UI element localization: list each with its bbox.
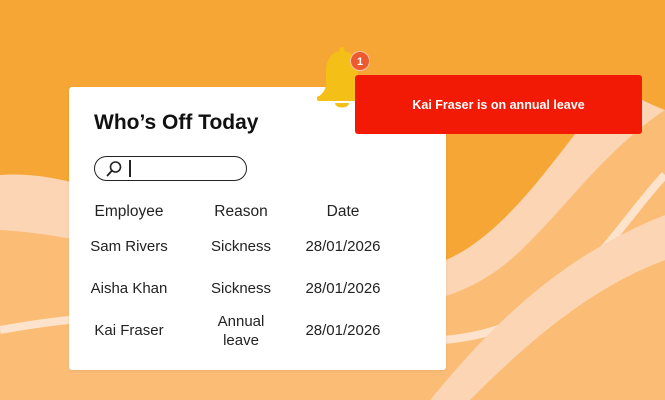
cell-date: 28/01/2026: [305, 238, 381, 255]
notification-badge: 1: [350, 51, 370, 71]
notification-toast[interactable]: Kai Fraser is on annual leave: [355, 75, 642, 134]
cell-reason: Sickness: [210, 280, 272, 297]
screen: Who’s Off Today Employee Reason Date Sam…: [0, 0, 665, 400]
cell-reason: Sickness: [210, 238, 272, 255]
cell-date: 28/01/2026: [305, 322, 381, 339]
search-input[interactable]: [94, 156, 247, 181]
column-header-employee: Employee: [94, 203, 164, 220]
notification-message: Kai Fraser is on annual leave: [412, 97, 585, 112]
column-header-date: Date: [326, 203, 360, 220]
search-icon: [106, 161, 122, 177]
cell-date: 28/01/2026: [305, 280, 381, 297]
search-caret: [129, 160, 131, 177]
cell-employee: Kai Fraser: [94, 322, 164, 339]
cell-employee: Sam Rivers: [90, 238, 168, 255]
cell-reason: Annual leave: [217, 313, 265, 349]
column-header-reason: Reason: [214, 203, 268, 220]
cell-employee: Aisha Khan: [90, 280, 168, 297]
page-title: Who’s Off Today: [94, 111, 259, 134]
